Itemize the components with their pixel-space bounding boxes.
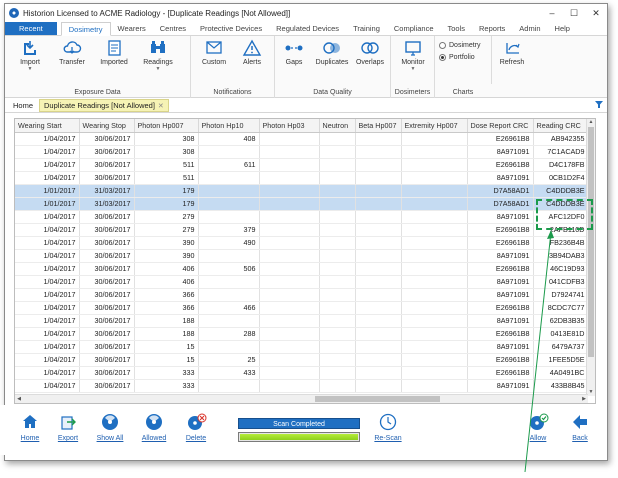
callout-arrow-icon [524,230,554,473]
